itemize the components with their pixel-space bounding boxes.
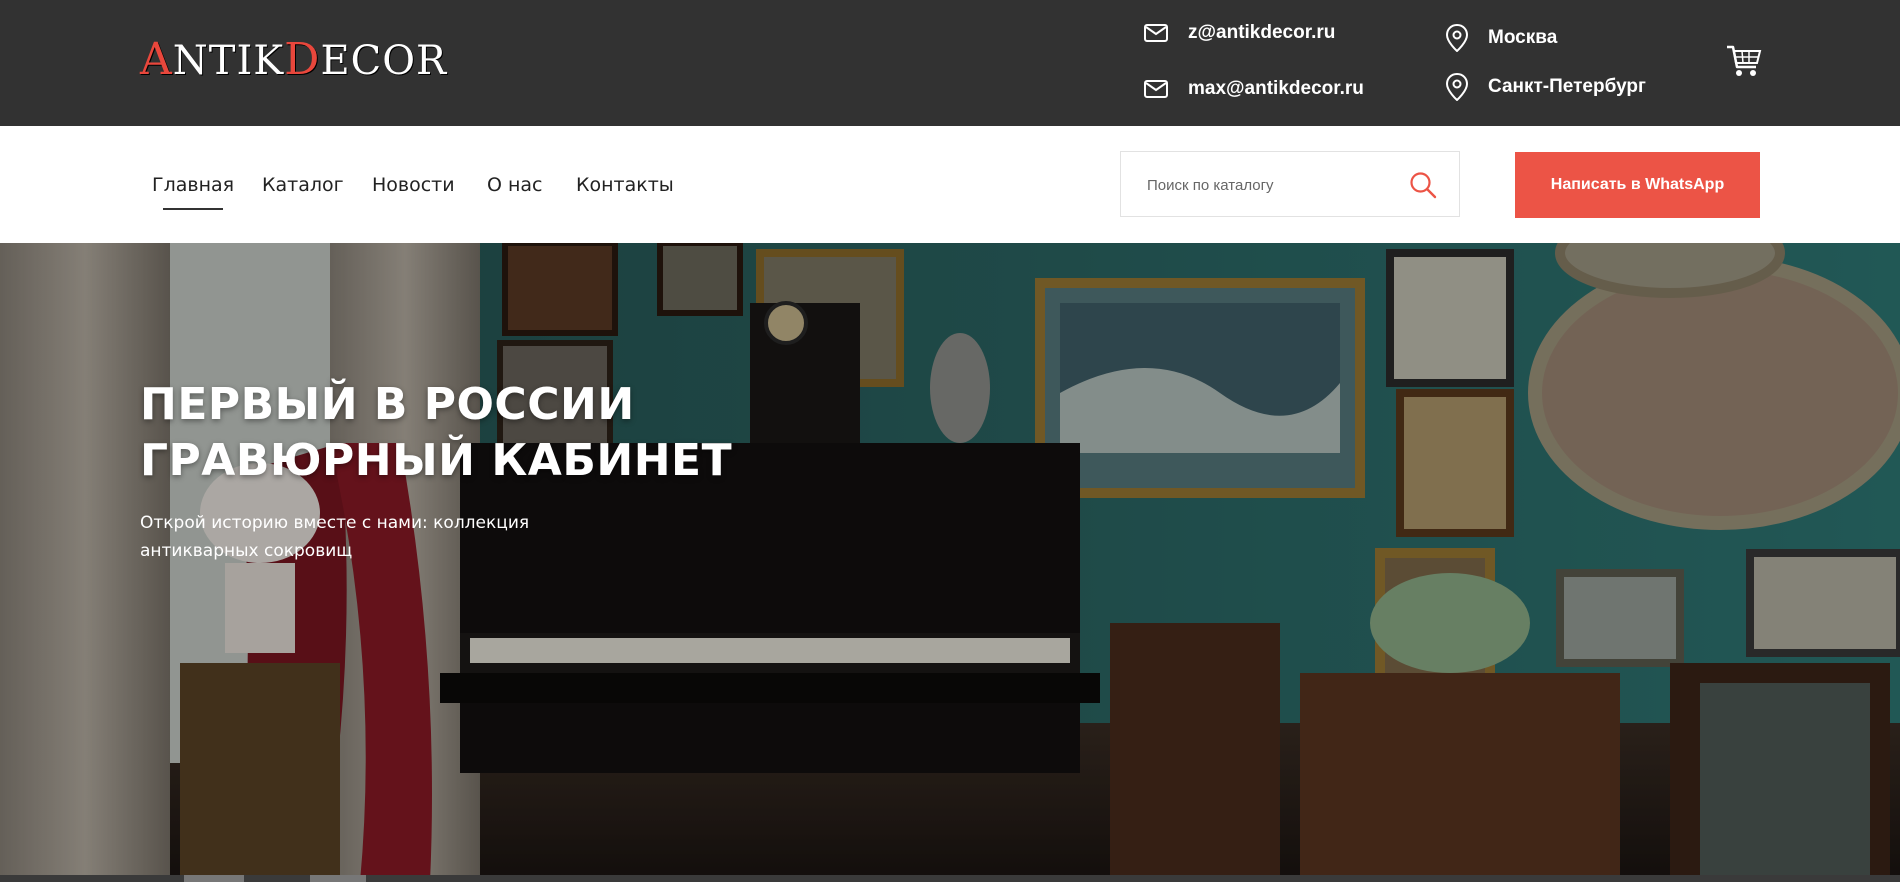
nav-item-about[interactable]: О нас bbox=[487, 174, 543, 196]
city-label: Санкт-Петербург bbox=[1488, 76, 1646, 97]
mail-icon bbox=[1144, 24, 1168, 42]
city-moscow[interactable]: Москва bbox=[1446, 24, 1557, 52]
site-logo[interactable]: ANTIKDECOR bbox=[140, 34, 447, 85]
mail-icon bbox=[1144, 80, 1168, 98]
email-contact-2[interactable]: max@antikdecor.ru bbox=[1144, 78, 1364, 100]
email-link[interactable]: max@antikdecor.ru bbox=[1188, 78, 1364, 100]
whatsapp-button[interactable]: Написать в WhatsApp bbox=[1515, 152, 1760, 218]
city-spb[interactable]: Санкт-Петербург bbox=[1446, 73, 1646, 101]
nav-item-contacts[interactable]: Контакты bbox=[576, 174, 674, 196]
nav-item-home[interactable]: Главная bbox=[152, 174, 234, 210]
search-input[interactable] bbox=[1145, 172, 1399, 198]
search-box bbox=[1120, 151, 1460, 217]
cart-icon bbox=[1727, 45, 1762, 76]
top-header: ANTIKDECOR z@antikdecor.ru max@antikdeco… bbox=[0, 0, 1900, 126]
slider-dot[interactable] bbox=[184, 875, 244, 882]
email-link[interactable]: z@antikdecor.ru bbox=[1188, 22, 1335, 44]
nav-item-news[interactable]: Новости bbox=[372, 174, 455, 196]
hero-banner: ПЕРВЫЙ В РОССИИ ГРАВЮРНЫЙ КАБИНЕТ Открой… bbox=[0, 243, 1900, 882]
map-pin-icon bbox=[1446, 24, 1468, 52]
slider-track bbox=[0, 875, 1900, 882]
slider-dot[interactable] bbox=[310, 875, 366, 882]
email-contact-1[interactable]: z@antikdecor.ru bbox=[1144, 22, 1335, 44]
cart-button[interactable] bbox=[1726, 44, 1762, 83]
map-pin-icon bbox=[1446, 73, 1468, 101]
nav-item-catalog[interactable]: Каталог bbox=[262, 174, 344, 196]
hero-title: ПЕРВЫЙ В РОССИИ ГРАВЮРНЫЙ КАБИНЕТ bbox=[140, 379, 733, 486]
city-label: Москва bbox=[1488, 27, 1558, 48]
search-icon[interactable] bbox=[1409, 171, 1437, 199]
hero-subtitle: Открой историю вместе с нами: коллекция … bbox=[140, 513, 530, 561]
